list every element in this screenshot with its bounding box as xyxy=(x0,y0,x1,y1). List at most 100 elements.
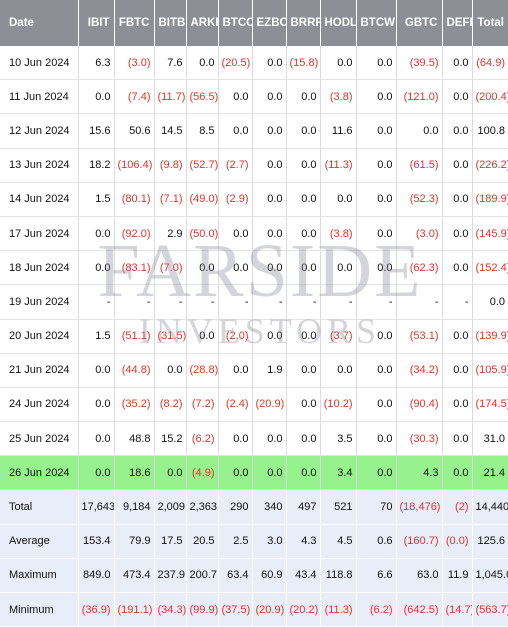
value-cell-hodl: (11.3) xyxy=(320,148,357,183)
value-cell-hodl: 521 xyxy=(320,489,357,525)
date-cell: 26 Jun 2024 xyxy=(0,455,79,491)
value-cell-gbtc: (642.5) xyxy=(396,592,443,627)
value-cell-ibit: - xyxy=(78,284,115,320)
value-cell-ezbc: 340 xyxy=(252,489,287,525)
value-cell-ezbc: 60.9 xyxy=(252,558,287,594)
value-cell-arkb: (56.5) xyxy=(186,79,219,115)
value-cell-gbtc: (121.0) xyxy=(396,79,443,115)
date-cell: 12 Jun 2024 xyxy=(0,113,79,149)
value-cell-ezbc: 0.0 xyxy=(252,250,287,286)
value-cell-brrr: 0.0 xyxy=(286,148,321,183)
value-cell-btco: (2.4) xyxy=(218,387,253,423)
summary-row: Minimum (36.9) (191.1) (34.3) (99.9) (37.5) (2… xyxy=(0,592,508,627)
table-row: 18 Jun 2024 0.0 (83.1) (7.0) 0.0 0.0 0.0 0.0 0.0… xyxy=(0,250,508,286)
value-cell-fbtc: (92.0) xyxy=(114,216,155,252)
value-cell-brrr: 4.3 xyxy=(286,524,321,559)
value-cell-fbtc: 473.4 xyxy=(114,558,155,594)
value-cell-defi: 11.9 xyxy=(442,558,473,594)
column-header-btcw: BTCW xyxy=(356,0,397,46)
date-cell: 20 Jun 2024 xyxy=(0,319,79,354)
table-row: 11 Jun 2024 0.0 (7.4) (11.7) (56.5) 0.0 0.0 0.0… xyxy=(0,79,508,115)
value-cell-arkb: 8.5 xyxy=(186,113,219,149)
value-cell-gbtc: 0.0 xyxy=(396,113,443,149)
value-cell-ibit: 0.0 xyxy=(78,250,115,286)
value-cell-brrr: 0.0 xyxy=(286,387,321,423)
value-cell-ibit: 0.0 xyxy=(78,455,115,491)
table-row: 14 Jun 2024 1.5 (80.1) (7.1) (49.0) (2.9) 0.0 0… xyxy=(0,182,508,217)
column-header-ezbc: EZBC xyxy=(252,0,287,46)
value-cell-bitb: 2.9 xyxy=(154,216,187,252)
value-cell-bitb: 7.6 xyxy=(154,46,187,81)
value-cell-btcw: - xyxy=(356,284,397,320)
date-cell: 24 Jun 2024 xyxy=(0,387,79,423)
value-cell-btcw: 0.0 xyxy=(356,421,397,457)
value-cell-btcw: 6.6 xyxy=(356,558,397,594)
column-header-total: Total xyxy=(472,0,508,46)
value-cell-total: (189.9) xyxy=(472,182,508,217)
value-cell-bitb: 0.0 xyxy=(154,455,187,491)
value-cell-brrr: 0.0 xyxy=(286,250,321,286)
value-cell-total: (563.7) xyxy=(472,592,508,627)
column-header-bitb: BITB xyxy=(154,0,187,46)
value-cell-total: (152.4) xyxy=(472,250,508,286)
value-cell-ibit: 0.0 xyxy=(78,421,115,457)
value-cell-defi: 0.0 xyxy=(442,421,473,457)
value-cell-ezbc: 0.0 xyxy=(252,216,287,252)
value-cell-total: (226.2) xyxy=(472,148,508,183)
value-cell-defi: 0.0 xyxy=(442,46,473,81)
column-header-arkb: ARKB xyxy=(186,0,219,46)
value-cell-ibit: 0.0 xyxy=(78,216,115,252)
value-cell-brrr: 0.0 xyxy=(286,353,321,388)
value-cell-gbtc: (61.5) xyxy=(396,148,443,183)
value-cell-fbtc: (83.1) xyxy=(114,250,155,286)
value-cell-gbtc: (34.2) xyxy=(396,353,443,388)
value-cell-ibit: 153.4 xyxy=(78,524,115,559)
value-cell-fbtc: (35.2) xyxy=(114,387,155,423)
value-cell-hodl: 4.5 xyxy=(320,524,357,559)
value-cell-btcw: 0.6 xyxy=(356,524,397,559)
value-cell-total: (105.9) xyxy=(472,353,508,388)
table-row: 21 Jun 2024 0.0 (44.8) 0.0 (28.8) 0.0 1.9 0.0 0.… xyxy=(0,353,508,388)
value-cell-defi: 0.0 xyxy=(442,113,473,149)
value-cell-total: 125.6 xyxy=(472,524,508,559)
value-cell-gbtc: (90.4) xyxy=(396,387,443,423)
value-cell-gbtc: (160.7) xyxy=(396,524,443,559)
summary-label: Total xyxy=(0,489,79,525)
value-cell-hodl: (3.8) xyxy=(320,79,357,115)
value-cell-bitb: 2,009 xyxy=(154,489,187,525)
value-cell-defi: (0.0) xyxy=(442,524,473,559)
value-cell-hodl: (10.2) xyxy=(320,387,357,423)
value-cell-defi: 0.0 xyxy=(442,182,473,217)
value-cell-ibit: 18.2 xyxy=(78,148,115,183)
value-cell-defi: (14.7) xyxy=(442,592,473,627)
table-row: 13 Jun 2024 18.2 (106.4) (9.8) (52.7) (2.7) 0.… xyxy=(0,148,508,183)
value-cell-fbtc: (3.0) xyxy=(114,46,155,81)
value-cell-gbtc: (53.1) xyxy=(396,319,443,354)
value-cell-btcw: 0.0 xyxy=(356,250,397,286)
value-cell-ezbc: 0.0 xyxy=(252,182,287,217)
value-cell-fbtc: - xyxy=(114,284,155,320)
value-cell-fbtc: 50.6 xyxy=(114,113,155,149)
table-row: 25 Jun 2024 0.0 48.8 15.2 (6.2) 0.0 0.0 0.0 3.5 0… xyxy=(0,421,508,457)
value-cell-arkb: (52.7) xyxy=(186,148,219,183)
value-cell-ezbc: 0.0 xyxy=(252,421,287,457)
value-cell-fbtc: (191.1) xyxy=(114,592,155,627)
table-body: 10 Jun 2024 6.3 (3.0) 7.6 0.0 (20.5) 0.0 (15.8)… xyxy=(0,46,508,627)
table-row: 12 Jun 2024 15.6 50.6 14.5 8.5 0.0 0.0 0.0 11.6 0… xyxy=(0,113,508,149)
value-cell-btco: 63.4 xyxy=(218,558,253,594)
value-cell-gbtc: (52.3) xyxy=(396,182,443,217)
value-cell-hodl: 0.0 xyxy=(320,250,357,286)
value-cell-total: (145.9) xyxy=(472,216,508,252)
value-cell-hodl: 3.5 xyxy=(320,421,357,457)
value-cell-total: 14,440 xyxy=(472,489,508,525)
value-cell-ezbc: 0.0 xyxy=(252,148,287,183)
value-cell-total: 100.8 xyxy=(472,113,508,149)
value-cell-brrr: 43.4 xyxy=(286,558,321,594)
value-cell-gbtc: (39.5) xyxy=(396,46,443,81)
table-row: 19 Jun 2024- - - - - - - - - - -0.0 xyxy=(0,284,508,320)
value-cell-defi: - xyxy=(442,284,473,320)
summary-label: Average xyxy=(0,524,79,559)
summary-row: Total 17,643 9,184 2,009 2,363 290 340 497 521 70… xyxy=(0,489,508,525)
value-cell-gbtc: (62.3) xyxy=(396,250,443,286)
date-cell: 10 Jun 2024 xyxy=(0,46,79,81)
